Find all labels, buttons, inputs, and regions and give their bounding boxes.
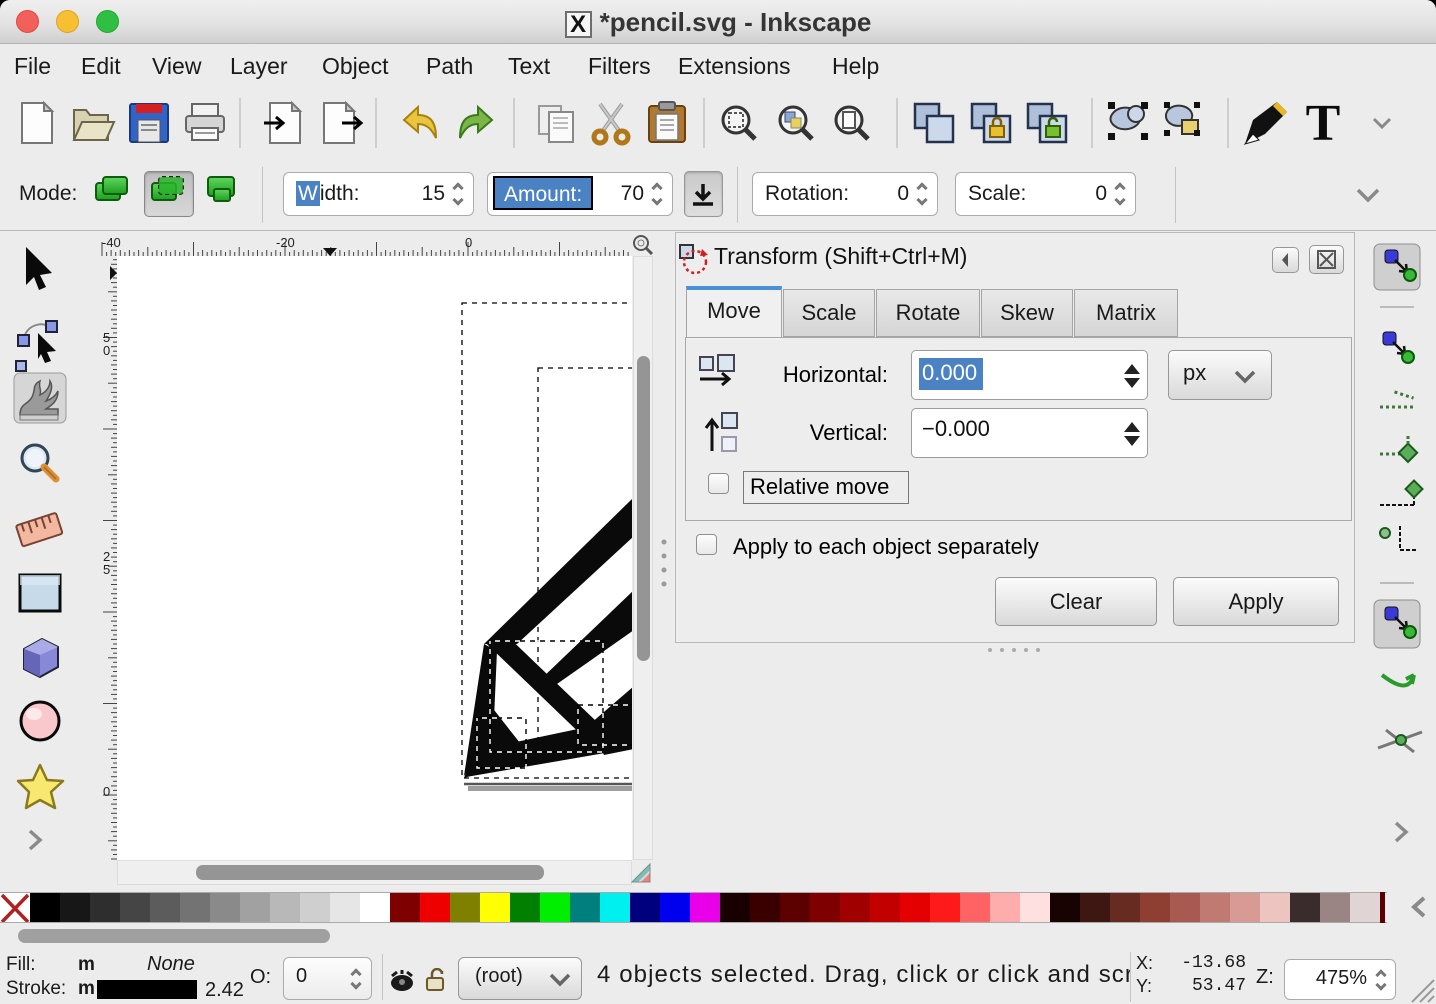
svg-text:-40: -40: [102, 235, 121, 250]
svg-text:-20: -20: [276, 235, 295, 250]
svg-text:5: 5: [103, 562, 110, 577]
svg-text:T: T: [1306, 95, 1341, 152]
svg-text:0: 0: [103, 784, 110, 799]
svg-text:0: 0: [465, 235, 472, 250]
svg-text:0: 0: [103, 343, 110, 358]
